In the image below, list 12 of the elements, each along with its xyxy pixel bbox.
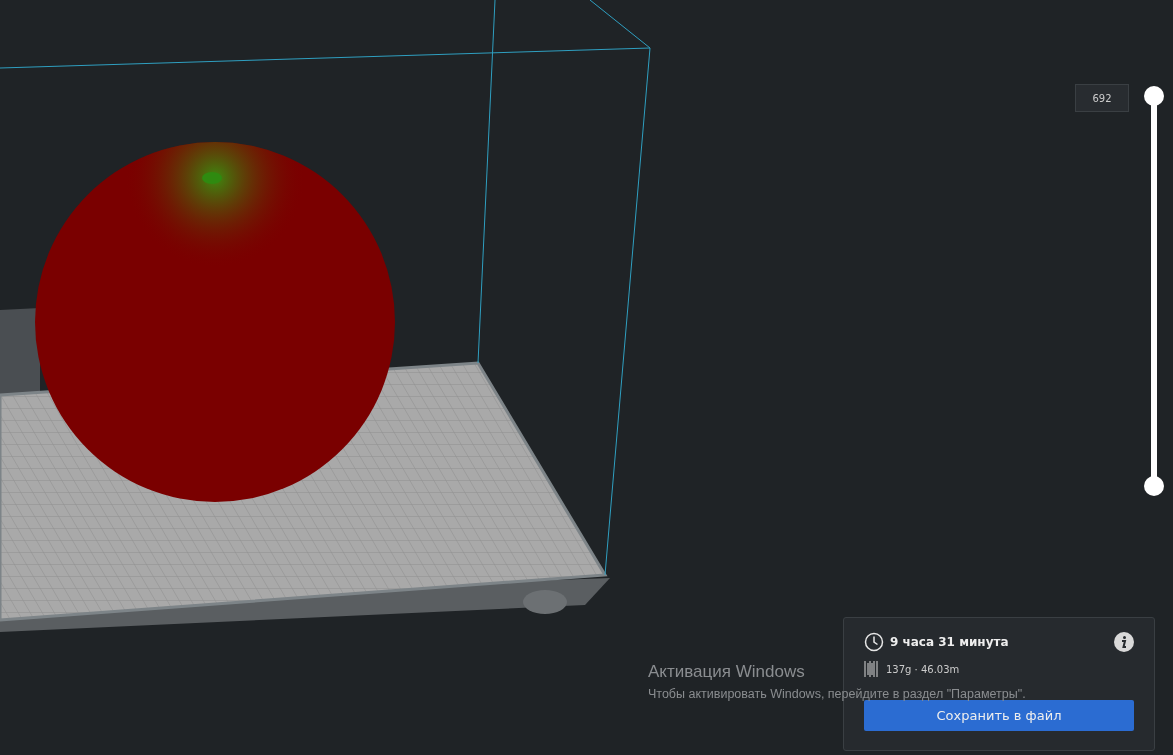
layer-slider[interactable] — [1144, 86, 1164, 496]
filament-spool-icon — [864, 660, 878, 678]
info-icon[interactable] — [1114, 632, 1134, 652]
print-time: 9 часа 31 минута — [890, 635, 1010, 649]
activation-notice-text: Чтобы активировать Windows, перейдите в раздел "Параметры". — [648, 687, 1026, 701]
clock-icon — [864, 632, 884, 652]
layer-number-label: 692 — [1075, 84, 1129, 112]
slider-handle[interactable] — [1144, 476, 1164, 496]
slider-handle[interactable] — [1144, 86, 1164, 106]
save-to-file-button[interactable]: Сохранить в файл — [864, 700, 1134, 731]
activation-notice-title: Активация Windows — [648, 662, 805, 682]
material-usage: 137g · 46.03m — [886, 663, 960, 675]
